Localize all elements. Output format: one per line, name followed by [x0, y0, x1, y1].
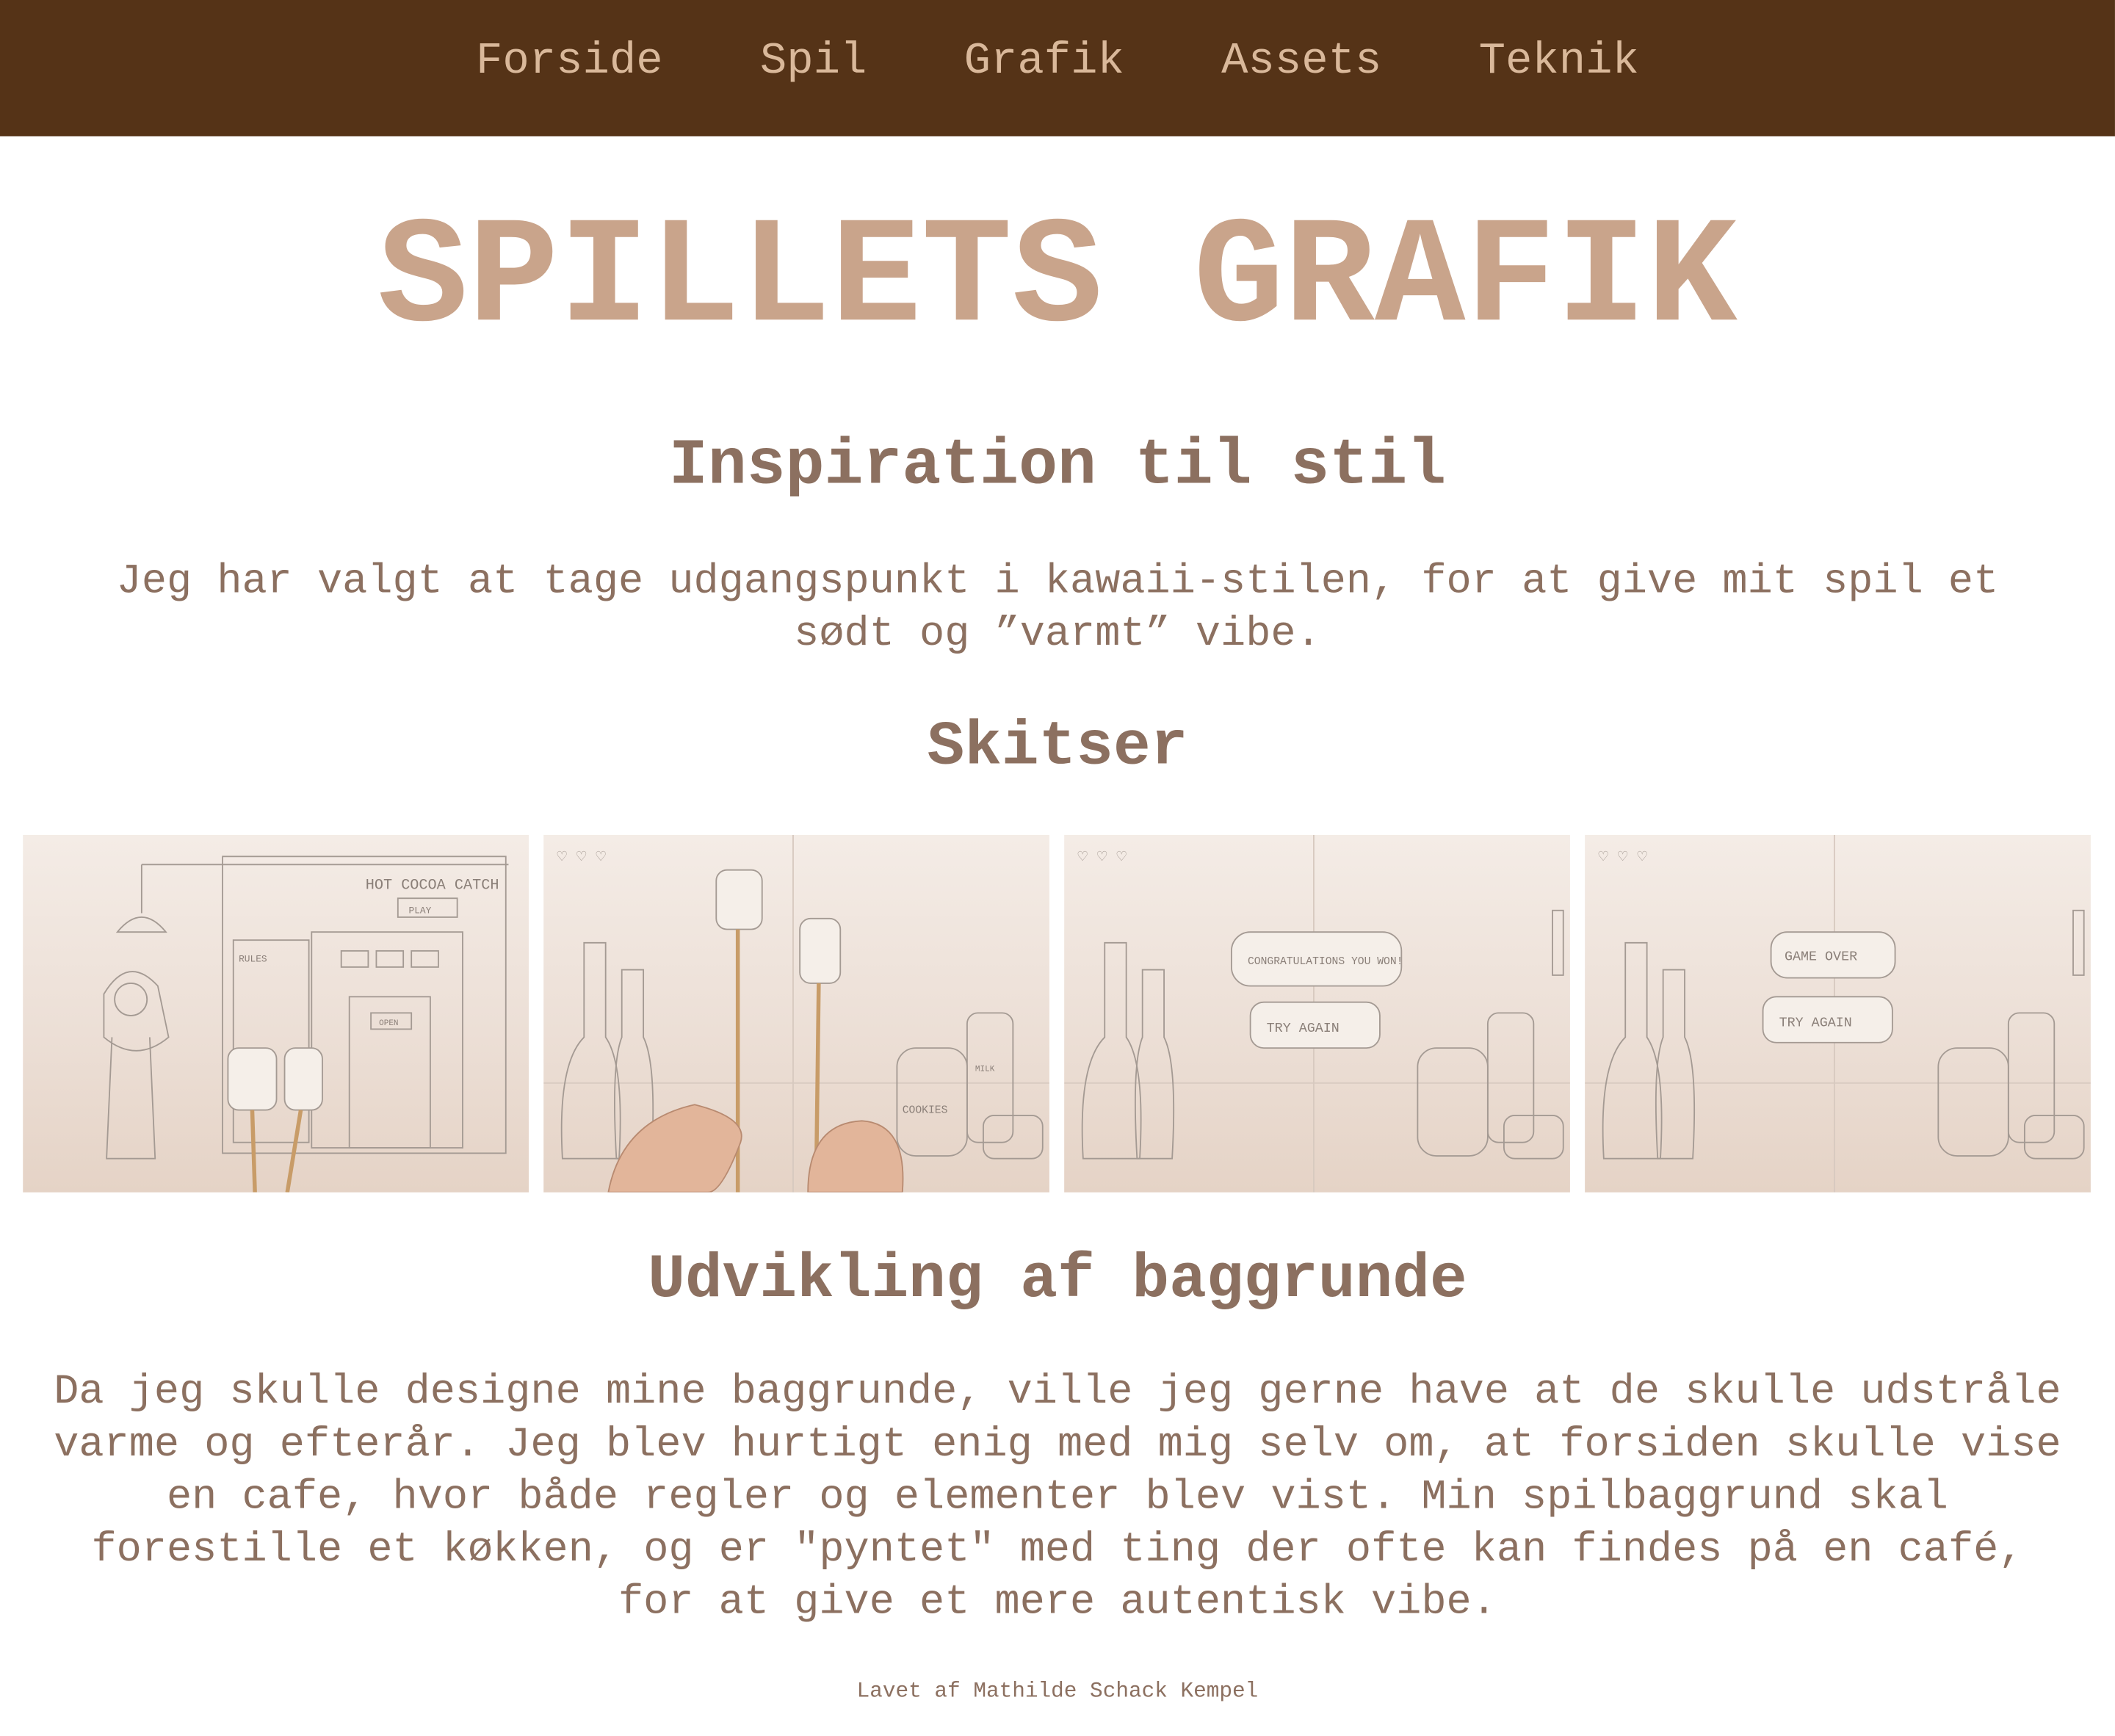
svg-text:PLAY: PLAY — [409, 905, 432, 916]
sketches-heading: Skitser — [927, 712, 1188, 783]
footer-credit: Lavet af Mathilde Schack Kempel — [856, 1679, 1259, 1704]
inspiration-text: Jeg har valgt at tage udgangspunkt i kaw… — [116, 558, 1999, 659]
sketch-game-over: ♡ ♡ ♡ GAME OVER TRY AGAIN — [1585, 834, 2091, 1193]
nav-link-assets[interactable]: Assets — [1221, 37, 1381, 100]
sketch-win-screen: ♡ ♡ ♡ CONGRATULATIONS YOU WON! TRY AGAIN — [1064, 834, 1570, 1193]
nav-link-spil[interactable]: Spil — [760, 37, 867, 100]
backgrounds-heading: Udvikling af baggrunde — [648, 1245, 1467, 1315]
svg-text:GAME OVER: GAME OVER — [1785, 950, 1857, 965]
sketch-gameplay: ♡ ♡ ♡ COOKIES MILK — [543, 834, 1049, 1193]
page-title: SPILLETS GRAFIK — [377, 194, 1738, 366]
backgrounds-text: Da jeg skulle designe mine baggrunde, vi… — [54, 1369, 2061, 1627]
nav-link-teknik[interactable]: Teknik — [1479, 37, 1639, 100]
svg-text:TRY AGAIN: TRY AGAIN — [1779, 1016, 1852, 1031]
svg-text:♡ ♡ ♡: ♡ ♡ ♡ — [557, 849, 606, 867]
svg-text:RULES: RULES — [239, 954, 267, 965]
nav-link-grafik[interactable]: Grafik — [964, 37, 1124, 100]
inspiration-heading: Inspiration til stil — [668, 430, 1447, 504]
sketch-start-screen: HOT COCOA CATCH PLAY RULES OPEN — [23, 834, 529, 1193]
svg-text:OPEN: OPEN — [379, 1019, 398, 1028]
sketch-gallery: HOT COCOA CATCH PLAY RULES OPEN ♡ ♡ ♡ CO… — [23, 834, 2091, 1193]
start-screen-title: HOT COCOA CATCH — [366, 877, 499, 894]
svg-text:♡ ♡ ♡: ♡ ♡ ♡ — [1598, 849, 1646, 867]
svg-text:COOKIES: COOKIES — [903, 1104, 948, 1116]
top-navigation: Forside Spil Grafik Assets Teknik — [0, 0, 2115, 137]
svg-text:CONGRATULATIONS YOU WON!: CONGRATULATIONS YOU WON! — [1248, 956, 1403, 968]
nav-link-forside[interactable]: Forside — [476, 37, 663, 100]
svg-text:MILK: MILK — [975, 1065, 995, 1074]
svg-text:♡ ♡ ♡: ♡ ♡ ♡ — [1078, 849, 1127, 867]
svg-text:TRY AGAIN: TRY AGAIN — [1267, 1021, 1340, 1036]
